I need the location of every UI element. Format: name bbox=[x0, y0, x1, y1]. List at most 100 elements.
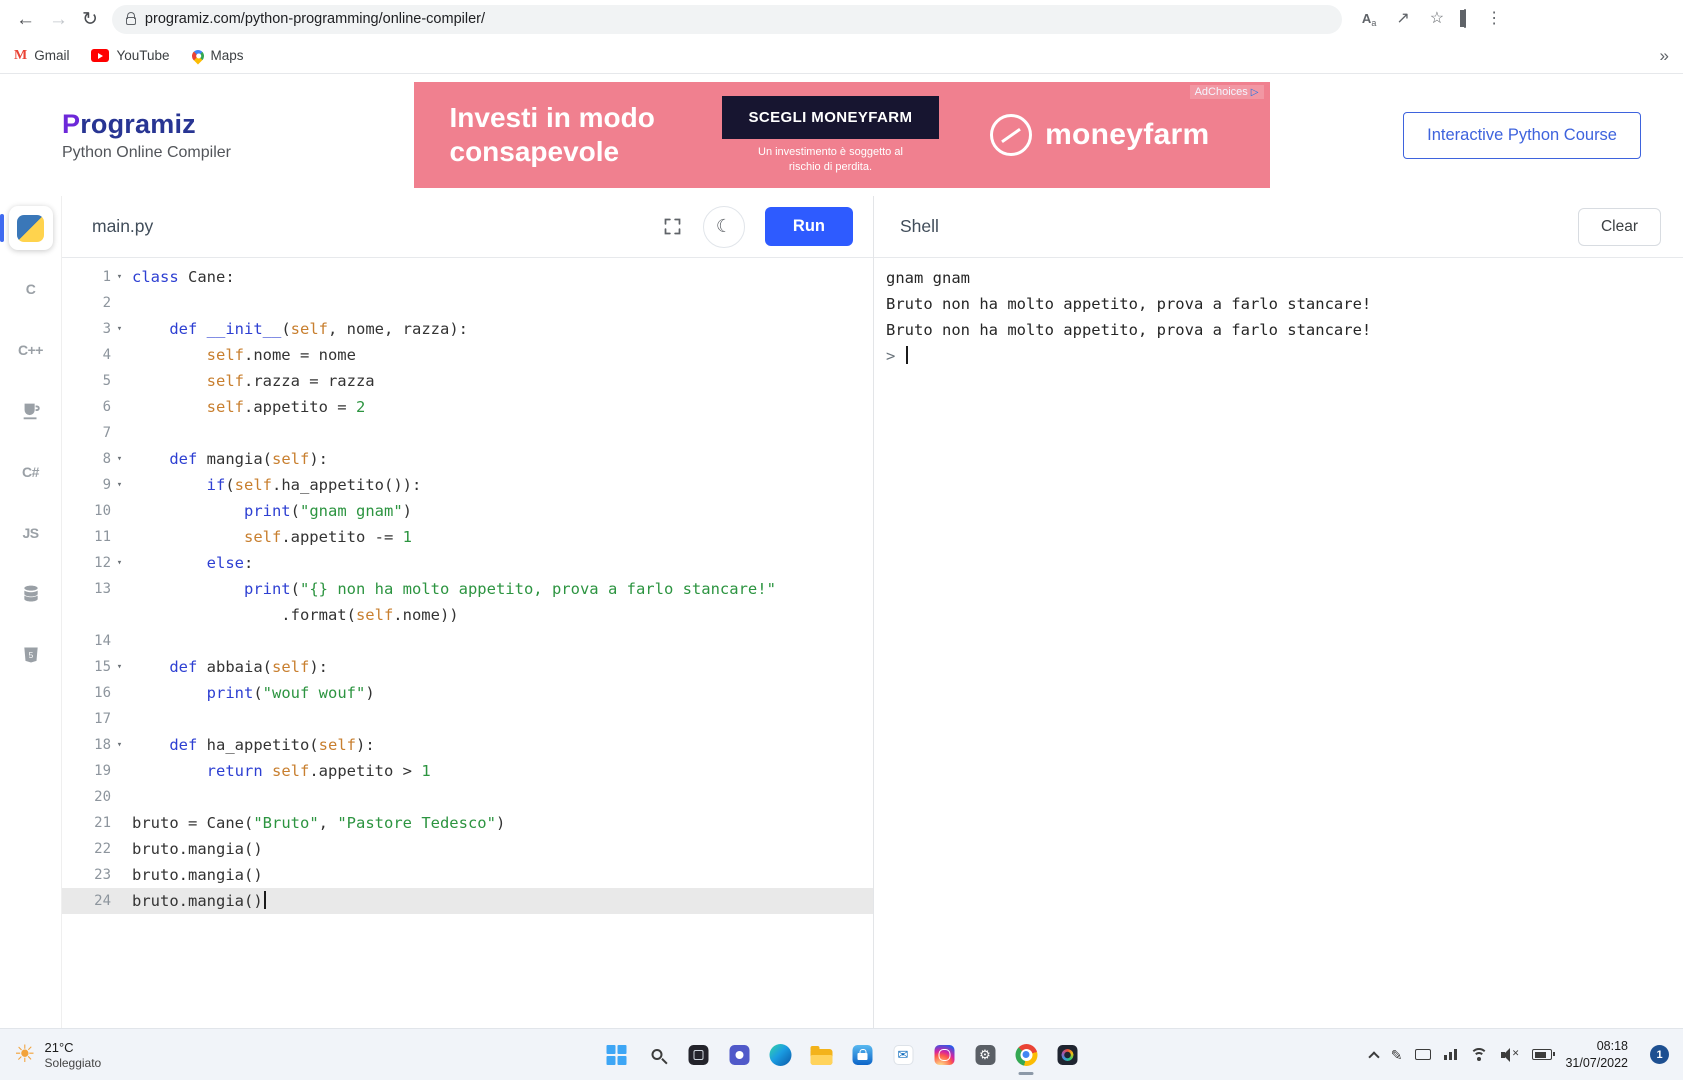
taskbar-app-settings[interactable]: ⚙ bbox=[969, 1033, 1001, 1077]
taskbar-app-edge[interactable] bbox=[764, 1033, 796, 1077]
line-gutter: 6 bbox=[62, 394, 128, 420]
sidebar-item-sql[interactable] bbox=[9, 572, 53, 616]
code-line[interactable]: 15▾ def abbaia(self): bbox=[62, 654, 873, 680]
code-line[interactable]: 22bruto.mangia() bbox=[62, 836, 873, 862]
code-line[interactable]: 6 self.appetito = 2 bbox=[62, 394, 873, 420]
signal-bars-icon[interactable] bbox=[1444, 1049, 1457, 1060]
pen-icon[interactable]: ✎ bbox=[1391, 1048, 1403, 1062]
edge-icon bbox=[769, 1044, 791, 1066]
taskbar-app-mail[interactable]: ✉ bbox=[887, 1033, 919, 1077]
code-text bbox=[128, 706, 132, 732]
sidebar-item-javascript[interactable]: JS bbox=[9, 511, 53, 555]
fold-arrow-icon[interactable]: ▾ bbox=[111, 654, 128, 680]
code-line[interactable]: 1▾class Cane: bbox=[62, 264, 873, 290]
tab-main-py[interactable]: main.py bbox=[92, 216, 153, 237]
run-button[interactable]: Run bbox=[765, 207, 853, 246]
shell-body[interactable]: gnam gnamBruto non ha molto appetito, pr… bbox=[874, 258, 1683, 1028]
code-text: else: bbox=[128, 550, 253, 576]
sidebar-item-csharp[interactable]: C# bbox=[9, 450, 53, 494]
taskbar-app-store[interactable] bbox=[846, 1033, 878, 1077]
code-line[interactable]: 12▾ else: bbox=[62, 550, 873, 576]
interactive-course-button[interactable]: Interactive Python Course bbox=[1403, 112, 1641, 159]
taskbar-app-task-view[interactable] bbox=[682, 1033, 714, 1077]
fold-arrow-icon[interactable]: ▾ bbox=[111, 472, 128, 498]
sun-icon: ☀ bbox=[14, 1043, 36, 1067]
taskbar-app-photos[interactable] bbox=[1051, 1033, 1083, 1077]
sidebar-item-cpp[interactable]: C++ bbox=[9, 328, 53, 372]
notification-badge[interactable]: 1 bbox=[1650, 1045, 1669, 1064]
line-number: 23 bbox=[94, 862, 111, 888]
code-line[interactable]: 7 bbox=[62, 420, 873, 446]
shell-prompt-row[interactable]: > bbox=[886, 343, 1671, 369]
code-line[interactable]: 2 bbox=[62, 290, 873, 316]
taskbar-app-chat[interactable] bbox=[723, 1033, 755, 1077]
code-line[interactable]: 18▾ def ha_appetito(self): bbox=[62, 732, 873, 758]
chevron-up-icon[interactable] bbox=[1368, 1051, 1379, 1062]
code-line[interactable]: 13 print("{} non ha molto appetito, prov… bbox=[62, 576, 873, 602]
programiz-logo[interactable]: Programiz bbox=[62, 109, 231, 140]
code-line[interactable]: 23bruto.mangia() bbox=[62, 862, 873, 888]
code-line[interactable]: 10 print("gnam gnam") bbox=[62, 498, 873, 524]
code-line[interactable]: 20 bbox=[62, 784, 873, 810]
fold-arrow-icon[interactable]: ▾ bbox=[111, 732, 128, 758]
code-line[interactable]: 24bruto.mangia() bbox=[62, 888, 873, 914]
clear-button[interactable]: Clear bbox=[1578, 208, 1661, 246]
fullscreen-icon[interactable] bbox=[662, 216, 683, 237]
taskbar-app-file-explorer[interactable] bbox=[805, 1033, 837, 1077]
side-panel-icon[interactable] bbox=[1464, 11, 1466, 27]
bookmark-maps[interactable]: Maps bbox=[192, 48, 244, 64]
code-line[interactable]: 19 return self.appetito > 1 bbox=[62, 758, 873, 784]
bookmark-youtube[interactable]: YouTube bbox=[91, 48, 169, 64]
volume-muted-icon[interactable]: ✕ bbox=[1501, 1048, 1519, 1062]
adchoices-label[interactable]: AdChoices▷ bbox=[1190, 85, 1264, 99]
code-line[interactable]: 9▾ if(self.ha_appetito()): bbox=[62, 472, 873, 498]
fold-arrow-icon[interactable]: ▾ bbox=[111, 550, 128, 576]
taskbar-app-instagram[interactable] bbox=[928, 1033, 960, 1077]
taskbar-app-start[interactable] bbox=[600, 1033, 632, 1077]
sidebar-item-c[interactable]: C bbox=[9, 267, 53, 311]
code-line[interactable]: 5 self.razza = razza bbox=[62, 368, 873, 394]
code-line[interactable]: 16 print("wouf wouf") bbox=[62, 680, 873, 706]
ad-cta-button[interactable]: SCEGLI MONEYFARM bbox=[722, 96, 940, 139]
dark-mode-moon-icon[interactable]: ☾ bbox=[703, 206, 745, 248]
sidebar-item-python[interactable] bbox=[9, 206, 53, 250]
url-text[interactable]: programiz.com/python-programming/online-… bbox=[145, 11, 485, 27]
battery-icon[interactable] bbox=[1532, 1049, 1552, 1060]
code-text: class Cane: bbox=[128, 264, 235, 290]
code-line[interactable]: 21bruto = Cane("Bruto", "Pastore Tedesco… bbox=[62, 810, 873, 836]
address-bar[interactable]: programiz.com/python-programming/online-… bbox=[112, 5, 1342, 34]
wifi-icon[interactable] bbox=[1470, 1048, 1488, 1061]
translate-icon[interactable]: Aa bbox=[1362, 11, 1376, 27]
code-line[interactable]: 17 bbox=[62, 706, 873, 732]
fold-arrow-icon[interactable]: ▾ bbox=[111, 446, 128, 472]
code-line[interactable]: 11 self.appetito -= 1 bbox=[62, 524, 873, 550]
monitor-icon[interactable] bbox=[1415, 1049, 1431, 1060]
sidebar-item-java[interactable] bbox=[9, 389, 53, 433]
code-line[interactable]: 8▾ def mangia(self): bbox=[62, 446, 873, 472]
code-line[interactable]: .format(self.nome)) bbox=[62, 602, 873, 628]
taskbar-clock[interactable]: 08:18 31/07/2022 bbox=[1565, 1038, 1628, 1071]
browser-menu-icon[interactable]: ⋮ bbox=[1486, 11, 1502, 27]
fold-arrow-icon[interactable]: ▾ bbox=[111, 264, 128, 290]
forward-icon[interactable]: → bbox=[49, 10, 68, 29]
bookmark-gmail[interactable]: MGmail bbox=[14, 48, 69, 64]
ad-banner[interactable]: AdChoices▷ Investi in modo consapevole S… bbox=[414, 82, 1270, 188]
bookmark-star-icon[interactable]: ☆ bbox=[1430, 11, 1444, 27]
reload-icon[interactable]: ↻ bbox=[82, 10, 98, 29]
page-title: Python Online Compiler bbox=[62, 144, 231, 162]
bookmarks-overflow-icon[interactable]: » bbox=[1660, 46, 1669, 66]
taskbar-app-search[interactable] bbox=[641, 1033, 673, 1077]
line-number: 16 bbox=[94, 680, 111, 706]
weather-widget[interactable]: ☀ 21°C Soleggiato bbox=[14, 1040, 101, 1070]
taskbar-app-chrome[interactable] bbox=[1010, 1033, 1042, 1077]
code-line[interactable]: 4 self.nome = nome bbox=[62, 342, 873, 368]
sidebar-item-html[interactable]: 5 bbox=[9, 633, 53, 677]
site-info-lock-icon[interactable] bbox=[126, 17, 136, 25]
code-lines[interactable]: 1▾class Cane:23▾ def __init__(self, nome… bbox=[62, 258, 873, 1028]
fold-arrow-icon[interactable]: ▾ bbox=[111, 316, 128, 342]
line-gutter: 8▾ bbox=[62, 446, 128, 472]
back-icon[interactable]: ← bbox=[16, 10, 35, 29]
code-line[interactable]: 3▾ def __init__(self, nome, razza): bbox=[62, 316, 873, 342]
share-icon[interactable]: ↗ bbox=[1396, 11, 1409, 27]
code-line[interactable]: 14 bbox=[62, 628, 873, 654]
